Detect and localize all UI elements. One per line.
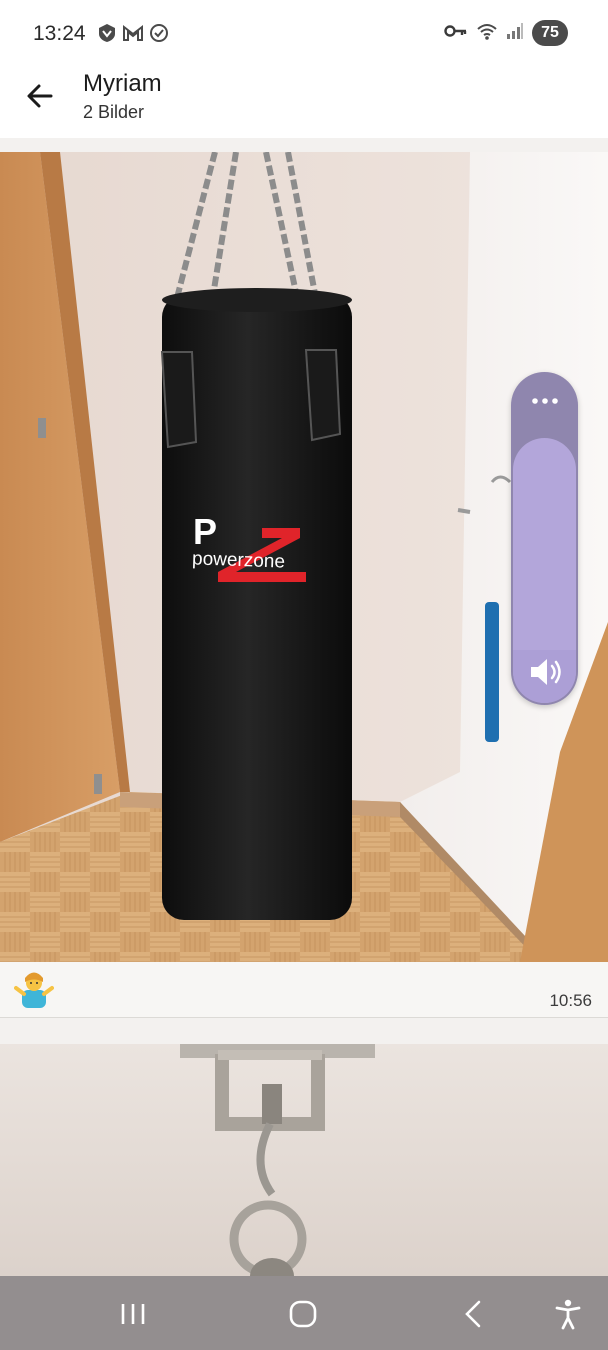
- system-back-button[interactable]: [453, 1294, 493, 1334]
- svg-text:P: P: [193, 511, 217, 552]
- accessibility-button[interactable]: [548, 1294, 588, 1334]
- photo-ceiling-mount[interactable]: [0, 1044, 608, 1276]
- speaker-icon[interactable]: [525, 652, 565, 692]
- back-icon: [465, 1300, 481, 1328]
- home-icon: [289, 1300, 317, 1328]
- status-left-icons: [96, 22, 170, 44]
- signal-icon: [506, 22, 524, 45]
- person-shrugging-emoji: [14, 972, 54, 1008]
- back-button[interactable]: [20, 76, 60, 116]
- battery-indicator: 75: [532, 20, 568, 46]
- volume-more-button[interactable]: [511, 386, 578, 416]
- status-right-icons: 75: [444, 20, 568, 46]
- message-caption: 10:56: [0, 962, 608, 1018]
- app-header: Myriam 2 Bilder: [0, 66, 608, 138]
- brand-label: powerzone: [192, 548, 286, 572]
- status-time: 13:24: [33, 22, 86, 45]
- recent-apps-icon: [121, 1304, 145, 1324]
- more-dots-icon: [531, 398, 558, 404]
- page-title: Myriam: [83, 70, 162, 97]
- key-icon: [444, 23, 468, 44]
- wifi-icon: [476, 21, 498, 46]
- shield-app-icon: [96, 22, 118, 44]
- arrow-left-icon: [27, 84, 53, 108]
- volume-panel[interactable]: [511, 372, 578, 705]
- system-nav-bar: [0, 1276, 608, 1350]
- home-button[interactable]: [283, 1294, 323, 1334]
- check-circle-icon: [148, 22, 170, 44]
- gmail-icon: [122, 22, 144, 44]
- message-time: 10:56: [549, 991, 592, 1010]
- page-subtitle: 2 Bilder: [83, 102, 145, 122]
- accessibility-icon: [555, 1299, 581, 1330]
- recent-apps-button[interactable]: [113, 1294, 153, 1334]
- status-bar: 13:24 75: [0, 0, 608, 66]
